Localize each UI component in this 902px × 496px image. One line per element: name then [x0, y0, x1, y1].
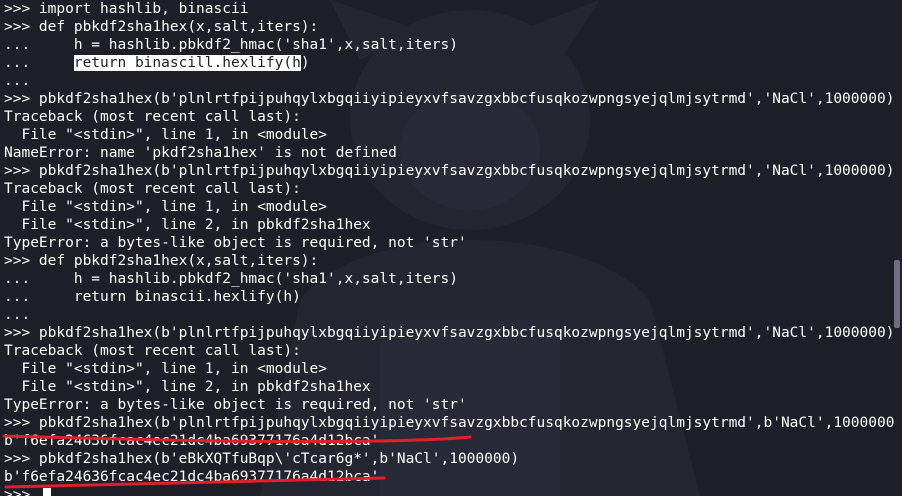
- terminal-line: File "<stdin>", line 2, in pbkdf2sha1hex: [4, 379, 371, 395]
- terminal-line: NameError: name 'pkdf2sha1hex' is not de…: [4, 145, 397, 161]
- line-suffix: ): [300, 55, 310, 71]
- terminal-line: File "<stdin>", line 1, in <module>: [4, 361, 328, 377]
- terminal-prompt-line[interactable]: >>>: [4, 486, 51, 496]
- terminal-line-hash-output: b'f6efa24636fcac4ec21dc4ba69377176a4d12b…: [4, 469, 380, 485]
- terminal-line: Traceback (most recent call last):: [4, 343, 301, 359]
- terminal-line: >>> pbkdf2sha1hex(b'eBkXQTfuBqp\'cTcar6g…: [4, 451, 520, 467]
- prompt-text: >>>: [4, 487, 39, 496]
- terminal-line: >>> pbkdf2sha1hex(b'plnlrtfpijpuhqylxbgq…: [4, 91, 895, 107]
- terminal-line: >>> pbkdf2sha1hex(b'plnlrtfpijpuhqylxbgq…: [4, 163, 895, 179]
- terminal-line: >>> pbkdf2sha1hex(b'plnlrtfpijpuhqylxbgq…: [4, 325, 895, 341]
- terminal-line: File "<stdin>", line 2, in pbkdf2sha1hex: [4, 217, 371, 233]
- terminal-line: Traceback (most recent call last):: [4, 109, 301, 125]
- terminal-line: File "<stdin>", line 1, in <module>: [4, 127, 328, 143]
- terminal-line: Traceback (most recent call last):: [4, 181, 301, 197]
- selected-text[interactable]: return binascill.hexlify(h: [73, 55, 301, 71]
- terminal-line: >>> import hashlib, binascii: [4, 1, 249, 17]
- terminal-line: >>> pbkdf2sha1hex(b'plnlrtfpijpuhqylxbgq…: [4, 415, 895, 431]
- line-prefix: ...: [4, 55, 74, 71]
- terminal-line: TypeError: a bytes-like object is requir…: [4, 397, 467, 413]
- terminal-line-hash-output: b'f6efa24636fcac4ec21dc4ba69377176a4d12b…: [4, 433, 380, 449]
- terminal-line: ... return binascii.hexlify(h): [4, 289, 301, 305]
- terminal-line: File "<stdin>", line 1, in <module>: [4, 199, 328, 215]
- terminal-line: >>> def pbkdf2sha1hex(x,salt,iters):: [4, 253, 319, 269]
- terminal-line-selected: ... return binascill.hexlify(h): [4, 54, 310, 72]
- terminal-line: TypeError: a bytes-like object is requir…: [4, 235, 467, 251]
- text-cursor: [42, 488, 51, 496]
- terminal-line: ... h = hashlib.pbkdf2_hmac('sha1',x,sal…: [4, 37, 458, 53]
- terminal-window[interactable]: >>> import hashlib, binascii >>> def pbk…: [0, 0, 902, 496]
- terminal-line: ... h = hashlib.pbkdf2_hmac('sha1',x,sal…: [4, 271, 458, 287]
- terminal-line: ...: [4, 307, 31, 323]
- terminal-line: ...: [4, 73, 31, 89]
- terminal-line: >>> def pbkdf2sha1hex(x,salt,iters):: [4, 19, 319, 35]
- scrollbar-thumb[interactable]: [894, 260, 900, 328]
